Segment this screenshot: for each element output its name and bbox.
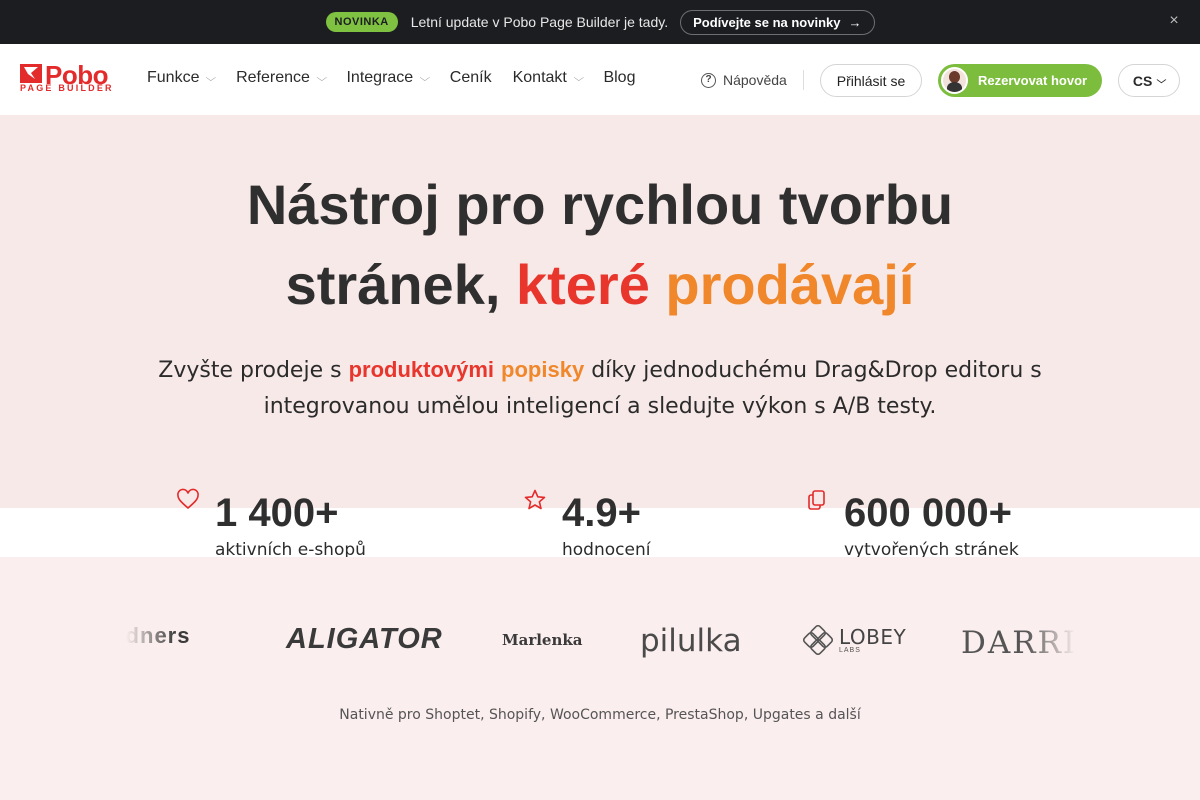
clients-section (0, 557, 1200, 800)
nav-item-label: Funkce (147, 69, 200, 86)
hero-title-highlight-1: které (515, 253, 650, 316)
novinka-badge: NOVINKA (325, 12, 398, 32)
brand-logo-marlenka: Marlenka (502, 631, 583, 649)
stat-value: 600 000+ (844, 491, 1012, 535)
book-call-button[interactable]: Rezervovat hovor (938, 64, 1102, 97)
chevron-down-icon: ⌵ (573, 72, 584, 84)
pages-icon (805, 488, 829, 512)
flag-icon (20, 64, 42, 83)
question-circle-icon: ? (701, 72, 716, 88)
heart-icon (176, 488, 200, 512)
chevron-down-icon: ⌵ (419, 72, 431, 84)
hero-subtitle: Zvyšte prodeje s produktovými popisky dí… (150, 352, 1050, 425)
hero-title-line2: stránek, (285, 253, 501, 316)
logo-subtitle: PAGE BUILDER (20, 83, 114, 93)
language-selector[interactable]: CS ⌵ (1118, 64, 1180, 97)
main-nav: Funkce ⌵ Reference ⌵ Integrace ⌵ Ceník K… (147, 69, 635, 87)
subtitle-start: Zvyšte prodeje s (158, 358, 342, 383)
announcement-bar: NOVINKA Letní update v Pobo Page Builder… (0, 0, 1200, 44)
language-label: CS (1132, 72, 1153, 89)
hero-title-highlight-2: prodávají (665, 253, 915, 316)
chevron-down-icon: ⌵ (316, 72, 328, 84)
nav-item-label: Blog (603, 69, 636, 86)
nav-item-integrace[interactable]: Integrace ⌵ (346, 69, 431, 87)
announcement-message: Letní update v Pobo Page Builder je tady… (410, 14, 669, 30)
arrow-right-icon: → (848, 14, 862, 30)
nav-item-funkce[interactable]: Funkce ⌵ (147, 69, 217, 87)
nav-item-label: Kontakt (512, 69, 567, 86)
avatar (941, 67, 968, 94)
chevron-down-icon: ⌵ (205, 72, 217, 84)
pobo-logo[interactable]: Pobo PAGE BUILDER (20, 60, 122, 93)
carousel-fade-left (126, 612, 176, 672)
help-label: Nápověda (723, 72, 787, 88)
subtitle-highlight-2: popisky (501, 357, 585, 382)
platforms-text: Nativně pro Shoptet, Shopify, WooCommerc… (339, 707, 861, 723)
chevron-down-icon: ⌵ (1156, 75, 1167, 85)
help-link[interactable]: ? Nápověda (701, 72, 787, 88)
nav-item-blog[interactable]: Blog (603, 69, 635, 87)
stat-value: 4.9+ (562, 491, 641, 535)
nav-item-label: Reference (236, 69, 310, 86)
nav-item-label: Integrace (346, 69, 414, 86)
brand-logo-lobey: LOBEY LABS (803, 625, 906, 655)
nav-item-label: Ceník (449, 69, 492, 86)
nav-item-kontakt[interactable]: Kontakt ⌵ (512, 69, 584, 87)
stat-value: 1 400+ (215, 491, 339, 535)
hero-title-line1: Nástroj pro rychlou tvorbu (246, 173, 954, 236)
book-call-label: Rezervovat hovor (978, 73, 1088, 88)
login-button[interactable]: Přihlásit se (820, 64, 922, 97)
news-link-label: Podívejte se na novinky (693, 14, 841, 30)
carousel-fade-right (1026, 612, 1076, 672)
nav-item-cenik[interactable]: Ceník (450, 69, 492, 87)
hero-title: Nástroj pro rychlou tvorbu stránek, kter… (0, 165, 1200, 325)
client-logos-carousel: rdners ALIGATOR Marlenka pilulka LOBEY L… (126, 615, 1076, 670)
lobey-wordmark: LOBEY (839, 624, 907, 649)
brand-logo-pilulka: pilulka (640, 623, 742, 659)
brand-logo-aligator: ALIGATOR (286, 623, 443, 655)
lobey-mark-icon (803, 625, 833, 655)
lobey-sub: LABS (839, 646, 861, 654)
nav-item-reference[interactable]: Reference ⌵ (236, 69, 328, 87)
close-icon[interactable]: × (1166, 13, 1182, 29)
subtitle-highlight-1: produktovými (348, 357, 495, 382)
star-icon (523, 488, 547, 512)
news-link-button[interactable]: Podívejte se na novinky → (680, 9, 875, 35)
header-divider (803, 70, 804, 90)
site-header: Pobo PAGE BUILDER Funkce ⌵ Reference ⌵ I… (0, 44, 1200, 115)
